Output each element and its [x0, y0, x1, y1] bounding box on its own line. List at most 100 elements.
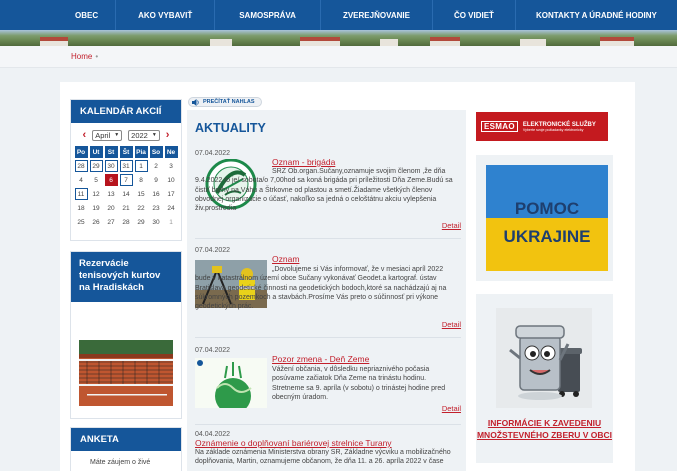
- nav-item-ako-vybavit[interactable]: AKO VYBAVIŤ: [116, 0, 214, 30]
- calendar-day[interactable]: 15: [135, 188, 148, 200]
- calendar-weekday-header: St: [104, 146, 118, 158]
- waste-collection-info-link[interactable]: INFORMÁCIE K ZAVEDENIU MNOŽSTEVNÉHO ZBER…: [476, 417, 613, 441]
- calendar-day[interactable]: 26: [90, 216, 103, 228]
- article-detail-link[interactable]: Detail: [442, 221, 461, 230]
- calendar-day[interactable]: 4: [75, 174, 88, 186]
- tennis-reservation-link[interactable]: Rezervácie tenisových kurtov na Hradiská…: [71, 252, 181, 302]
- calendar-day[interactable]: 1: [134, 160, 148, 172]
- calendar-day[interactable]: 14: [120, 188, 133, 200]
- calendar-weekday-header: Št: [119, 146, 133, 158]
- calendar-day[interactable]: 9: [150, 174, 163, 186]
- calendar-day[interactable]: 17: [165, 188, 178, 200]
- tennis-court-image[interactable]: [79, 340, 173, 406]
- nav-item-kontakty[interactable]: KONTAKTY A ÚRADNÉ HODINY: [516, 0, 677, 30]
- article-title-link[interactable]: Oznam - brigáda: [272, 157, 461, 167]
- poll-title: ANKETA: [71, 428, 181, 451]
- nav-item-zverejnovanie[interactable]: ZVEREJŇOVANIE: [321, 0, 432, 30]
- poll-widget: ANKETA Máte záujem o živé: [71, 428, 181, 471]
- esmao-electronic-services-banner[interactable]: ESMAO ELEKTRONICKÉ SLUŽBY Vyberte svoje …: [476, 112, 608, 141]
- waste-collection-panel: INFORMÁCIE K ZAVEDENIU MNOŽSTEVNÉHO ZBER…: [476, 294, 613, 463]
- ukraine-help-banner[interactable]: POMOC UKRAJINE: [486, 165, 608, 271]
- article-body: „Dovolujeme si Vás informovať, že v mesi…: [195, 266, 447, 311]
- nav-item-samosprava[interactable]: SAMOSPRÁVA: [215, 0, 320, 30]
- year-select[interactable]: 2022 ▼: [128, 129, 160, 141]
- calendar-day[interactable]: 22: [135, 202, 148, 214]
- nav-item-co-vidiet[interactable]: ČO VIDIEŤ: [433, 0, 515, 30]
- chevron-down-icon: ▼: [151, 132, 157, 138]
- calendar-day[interactable]: 3: [165, 160, 178, 172]
- esmao-title: ELEKTRONICKÉ SLUŽBY: [522, 121, 596, 128]
- month-select[interactable]: April ▼: [92, 129, 123, 141]
- calendar-day[interactable]: 16: [150, 188, 163, 200]
- calendar-day[interactable]: 18: [75, 202, 88, 214]
- breadcrumb-separator: •: [95, 52, 99, 61]
- calendar-day[interactable]: 11: [74, 188, 88, 200]
- calendar-day[interactable]: 19: [90, 202, 103, 214]
- speaker-icon: [192, 99, 200, 108]
- calendar-day[interactable]: 27: [105, 216, 118, 228]
- calendar-day[interactable]: 13: [105, 188, 118, 200]
- main-navigation: OBEC AKO VYBAVIŤ SAMOSPRÁVA ZVEREJŇOVANI…: [0, 0, 677, 30]
- calendar-day[interactable]: 29: [89, 160, 103, 172]
- poll-question: Máte záujem o živé: [90, 459, 151, 466]
- article-date: 07.04.2022: [195, 150, 231, 157]
- ukraine-help-panel: POMOC UKRAJINE: [476, 155, 613, 281]
- article-title-link[interactable]: Pozor zmena - Deň Zeme: [272, 354, 461, 364]
- calendar-day[interactable]: 28: [74, 160, 88, 172]
- news-title: AKTUALITY: [195, 121, 266, 135]
- calendar-widget: KALENDÁR AKCIÍ ‹ April ▼ 2022 ▼ › Po Ut St Št…: [71, 100, 181, 240]
- calendar-weekday-header: Ut: [89, 146, 103, 158]
- article-title-link[interactable]: Oznam: [272, 254, 461, 264]
- calendar-day[interactable]: 12: [90, 188, 103, 200]
- esmao-subtitle: Vyberte svoje požiadavky elektronicky: [522, 127, 584, 132]
- article-body: Vážení občania, v dôsledku nepriaznivého…: [272, 366, 446, 401]
- article-detail-link[interactable]: Detail: [442, 404, 461, 413]
- article-date: 07.04.2022: [195, 347, 231, 354]
- calendar-day[interactable]: 24: [165, 202, 178, 214]
- calendar-day[interactable]: 25: [75, 216, 88, 228]
- breadcrumb-home-link[interactable]: Home: [71, 52, 92, 61]
- breadcrumb-bar: Home •: [0, 46, 677, 68]
- divider: [195, 424, 461, 425]
- divider: [195, 238, 461, 239]
- calendar-day[interactable]: 30: [104, 160, 118, 172]
- calendar-weekday-header: Po: [74, 146, 88, 158]
- calendar-day[interactable]: 21: [120, 202, 133, 214]
- calendar-day[interactable]: 23: [150, 202, 163, 214]
- nav-item-obec[interactable]: OBEC: [58, 0, 115, 30]
- calendar-day[interactable]: 8: [135, 174, 148, 186]
- calendar-day[interactable]: 10: [165, 174, 178, 186]
- ukraine-help-line1: POMOC: [514, 199, 580, 218]
- article-title-link[interactable]: Oznámenie o doplňovaní bariérovej streln…: [195, 438, 461, 448]
- year-select-value: 2022: [131, 130, 148, 140]
- calendar-prev-icon[interactable]: ‹: [83, 129, 87, 141]
- waste-bin-mascot-image[interactable]: [496, 308, 592, 408]
- calendar-next-icon[interactable]: ›: [166, 129, 170, 141]
- calendar-day[interactable]: 5: [90, 174, 103, 186]
- breadcrumb: Home •: [71, 52, 98, 61]
- divider: [195, 337, 461, 338]
- ukraine-help-line2: UKRAJINE: [503, 227, 591, 246]
- news-article: 07.04.2022 Oznam „Dovolujeme si Vás info…: [195, 247, 461, 338]
- calendar-day[interactable]: 2: [150, 160, 163, 172]
- calendar-day[interactable]: 31: [119, 160, 133, 172]
- calendar-day[interactable]: 20: [105, 202, 118, 214]
- calendar-day[interactable]: 6: [104, 174, 118, 186]
- calendar-weekday-header: Ne: [164, 146, 178, 158]
- read-aloud-button[interactable]: PREČÍTAŤ NAHLAS: [188, 97, 262, 107]
- calendar-title: KALENDÁR AKCIÍ: [71, 100, 181, 123]
- calendar-day[interactable]: 1: [165, 216, 178, 228]
- calendar-weekday-header: So: [149, 146, 163, 158]
- read-aloud-label: PREČÍTAŤ NAHLAS: [203, 99, 255, 105]
- news-article: 07.04.2022 Oznam - brigáda SRZ Ob.organ.…: [195, 150, 461, 243]
- calendar-day[interactable]: 30: [150, 216, 163, 228]
- news-article: 04.04.2022 Oznámenie o doplňovaní bariér…: [195, 431, 461, 471]
- news-section: AKTUALITY 07.04.2022 Oznam - brigáda SRZ…: [187, 110, 466, 471]
- calendar-day[interactable]: 7: [119, 174, 133, 186]
- calendar-day[interactable]: 29: [135, 216, 148, 228]
- calendar-day[interactable]: 28: [120, 216, 133, 228]
- calendar-weekday-header: Pia: [134, 146, 148, 158]
- article-detail-link[interactable]: Detail: [442, 320, 461, 329]
- tennis-reservation-widget: Rezervácie tenisových kurtov na Hradiská…: [71, 252, 181, 418]
- month-select-value: April: [95, 130, 111, 140]
